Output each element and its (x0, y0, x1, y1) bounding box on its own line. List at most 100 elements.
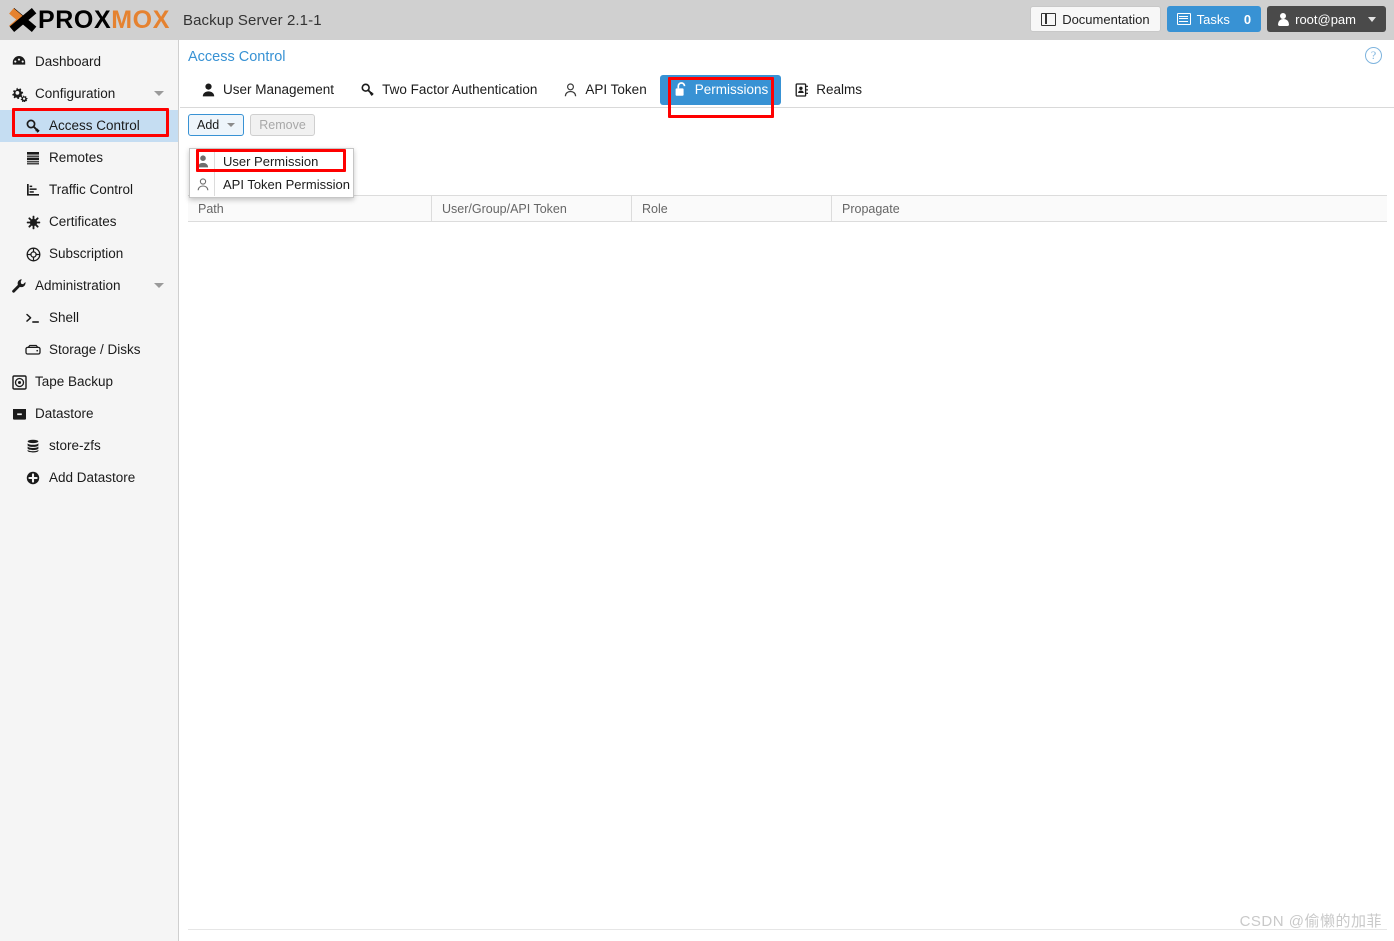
sidebar-item-access-control[interactable]: Access Control (0, 110, 178, 142)
sidebar-item-store-zfs[interactable]: store-zfs (0, 430, 178, 462)
person-outline-icon (192, 178, 214, 191)
sidebar-item-shell[interactable]: Shell (0, 302, 178, 334)
sidebar-item-label: Administration (35, 278, 121, 294)
content-header: Access Control ? (180, 40, 1394, 72)
gears-icon (10, 86, 28, 102)
sidebar-item-label: Dashboard (35, 54, 102, 70)
menu-item-api-token-permission[interactable]: API Token Permission (190, 173, 353, 196)
sidebar-item-label: Subscription (49, 246, 124, 262)
datastore-icon (10, 406, 28, 422)
sidebar-item-label: Traffic Control (49, 182, 134, 198)
sidebar-item-dashboard[interactable]: Dashboard (0, 46, 178, 78)
menu-divider (214, 150, 215, 173)
tab-api-token[interactable]: API Token (550, 75, 659, 105)
disk-icon (24, 342, 42, 358)
top-bar-actions: Documentation Tasks 0 root@pam (1030, 6, 1386, 32)
tab-bar: User Management Two Factor Authenticatio… (180, 72, 1394, 108)
address-book-icon (794, 82, 809, 97)
logo-prox: PROX (38, 5, 112, 34)
sidebar-item-remotes[interactable]: Remotes (0, 142, 178, 174)
remove-button-label: Remove (259, 117, 306, 132)
proxmox-x-icon (9, 8, 36, 32)
column-header-propagate[interactable]: Propagate (832, 196, 1387, 221)
sidebar-item-label: Add Datastore (49, 470, 136, 486)
menu-divider (214, 173, 215, 196)
tab-label: Permissions (694, 82, 769, 97)
lifebuoy-icon (24, 246, 42, 262)
top-bar: PROXMOX Backup Server 2.1-1 Documentatio… (0, 0, 1394, 40)
user-menu-button[interactable]: root@pam (1267, 6, 1386, 32)
content-panel: Access Control ? User Management Two Fac… (180, 40, 1394, 941)
sidebar-item-label: Storage / Disks (49, 342, 141, 358)
tasks-count: 0 (1243, 11, 1252, 27)
sidebar-item-traffic-control[interactable]: Traffic Control (0, 174, 178, 206)
tasks-label: Tasks (1196, 11, 1230, 27)
tab-label: API Token (585, 82, 647, 97)
sidebar-item-label: Remotes (49, 150, 104, 166)
book-icon (1041, 12, 1057, 26)
help-icon[interactable]: ? (1365, 47, 1382, 64)
person-solid-icon (192, 155, 214, 168)
chevron-down-icon (1368, 16, 1376, 22)
proxmox-backup-server-page: PROXMOX Backup Server 2.1-1 Documentatio… (0, 0, 1394, 941)
page-title: Access Control (188, 49, 286, 65)
chevron-down-icon (227, 122, 236, 127)
tab-permissions[interactable]: Permissions (659, 74, 782, 105)
logo-mox: MOX (111, 5, 170, 34)
sidebar-item-label: Configuration (35, 86, 116, 102)
unlock-icon (673, 82, 688, 97)
permissions-grid-body (188, 222, 1387, 930)
sidebar-item-tape-backup[interactable]: Tape Backup (0, 366, 178, 398)
watermark: CSDN @偷懒的加菲 (1239, 913, 1382, 930)
column-header-role[interactable]: Role (632, 196, 832, 221)
person-outline-icon (563, 82, 578, 97)
documentation-button[interactable]: Documentation (1030, 6, 1161, 32)
person-solid-icon (201, 82, 216, 97)
column-header-path[interactable]: Path (188, 196, 432, 221)
column-header-user-group-api-token[interactable]: User/Group/API Token (432, 196, 632, 221)
sidebar-item-certificates[interactable]: Certificates (0, 206, 178, 238)
sidebar-item-subscription[interactable]: Subscription (0, 238, 178, 270)
tab-two-factor-authentication[interactable]: Two Factor Authentication (347, 75, 550, 105)
tab-label: Realms (816, 82, 862, 97)
logo-wordmark: PROXMOX (38, 5, 170, 34)
remove-button[interactable]: Remove (250, 113, 315, 136)
key-search-icon (360, 82, 375, 97)
sidebar-item-configuration[interactable]: Configuration (0, 78, 178, 110)
sidebar-item-storage-disks[interactable]: Storage / Disks (0, 334, 178, 366)
tape-icon (10, 374, 28, 390)
chevron-down-icon[interactable] (154, 91, 164, 96)
add-dropdown-menu: User Permission API Token Permission (189, 148, 354, 198)
proxmox-logo[interactable]: PROXMOX (0, 5, 170, 34)
chevron-down-icon[interactable] (154, 283, 164, 288)
sidebar-item-label: Tape Backup (35, 374, 114, 390)
add-button[interactable]: Add (188, 113, 245, 136)
key-search-icon (24, 118, 42, 134)
server-stack-icon (24, 150, 42, 166)
menu-item-label: User Permission (223, 154, 319, 169)
plus-circle-icon (24, 470, 42, 486)
sidebar-item-administration[interactable]: Administration (0, 270, 178, 302)
product-title: Backup Server 2.1-1 (183, 11, 322, 29)
wrench-icon (10, 278, 28, 294)
sidebar-item-label: Shell (49, 310, 80, 326)
list-icon (1176, 13, 1191, 25)
tab-label: User Management (223, 82, 335, 97)
documentation-label: Documentation (1062, 11, 1150, 27)
tab-realms[interactable]: Realms (781, 75, 875, 105)
database-icon (24, 438, 42, 454)
menu-item-label: API Token Permission (223, 177, 350, 192)
sidebar-item-add-datastore[interactable]: Add Datastore (0, 462, 178, 494)
menu-item-user-permission[interactable]: User Permission (190, 150, 353, 173)
sidebar-item-label: store-zfs (49, 438, 101, 454)
sidebar-item-label: Access Control (49, 118, 140, 134)
add-button-label: Add (197, 117, 220, 132)
sidebar: Dashboard Configuration Access Control R… (0, 40, 179, 941)
dashboard-icon (10, 54, 28, 70)
sidebar-item-label: Datastore (35, 406, 94, 422)
grid-toolbar: Add Remove (180, 108, 1394, 138)
tab-user-management[interactable]: User Management (188, 75, 347, 105)
tasks-button[interactable]: Tasks 0 (1166, 6, 1262, 32)
sidebar-item-datastore[interactable]: Datastore (0, 398, 178, 430)
user-label: root@pam (1295, 11, 1356, 27)
